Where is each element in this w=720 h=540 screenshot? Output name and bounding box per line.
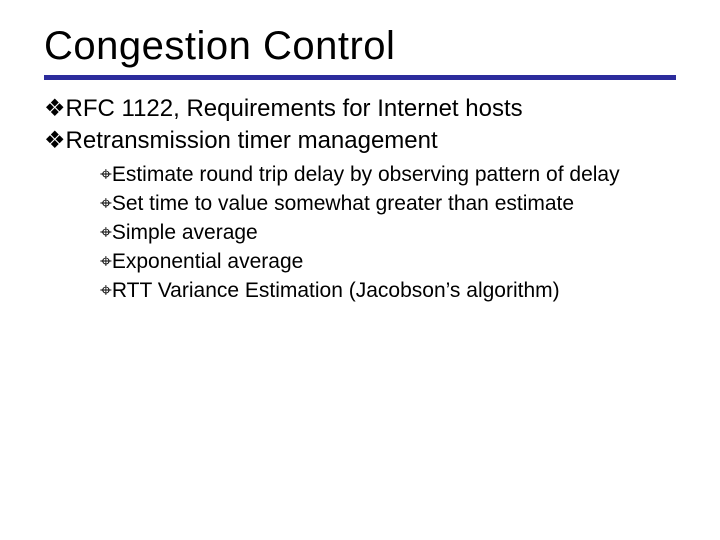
bullet-icon: ⌖ [100,163,112,186]
list-item-text: Exponential average [112,250,303,273]
list-item-text: RTT Variance Estimation (Jacobson’s algo… [112,279,560,302]
list-item: ⌖Estimate round trip delay by observing … [100,162,676,189]
slide: Congestion Control ❖RFC 1122, Requiremen… [0,0,720,540]
list-item-text: Simple average [112,221,258,244]
list-item: ❖Retransmission timer management ⌖Estima… [44,126,676,304]
bullet-icon: ⌖ [100,279,112,302]
bullet-icon: ⌖ [100,221,112,244]
list-item: ❖RFC 1122, Requirements for Internet hos… [44,94,676,124]
list-item: ⌖Set time to value somewhat greater than… [100,191,676,218]
list-item: ⌖RTT Variance Estimation (Jacobson’s alg… [100,278,676,305]
list-item: ⌖Exponential average [100,249,676,276]
list-item-text: Set time to value somewhat greater than … [112,192,574,215]
bullet-icon: ⌖ [100,192,112,215]
bullet-list-level1: ❖RFC 1122, Requirements for Internet hos… [44,94,676,304]
title-rule [44,75,676,80]
list-item-text: Estimate round trip delay by observing p… [112,163,620,186]
list-item-text: RFC 1122, Requirements for Internet host… [66,95,523,122]
bullet-icon: ❖ [44,127,66,154]
bullet-icon: ❖ [44,95,66,122]
bullet-icon: ⌖ [100,250,112,273]
bullet-list-level2: ⌖Estimate round trip delay by observing … [70,162,676,304]
list-item-text: Retransmission timer management [66,127,438,154]
list-item: ⌖Simple average [100,220,676,247]
slide-title: Congestion Control [44,24,676,69]
